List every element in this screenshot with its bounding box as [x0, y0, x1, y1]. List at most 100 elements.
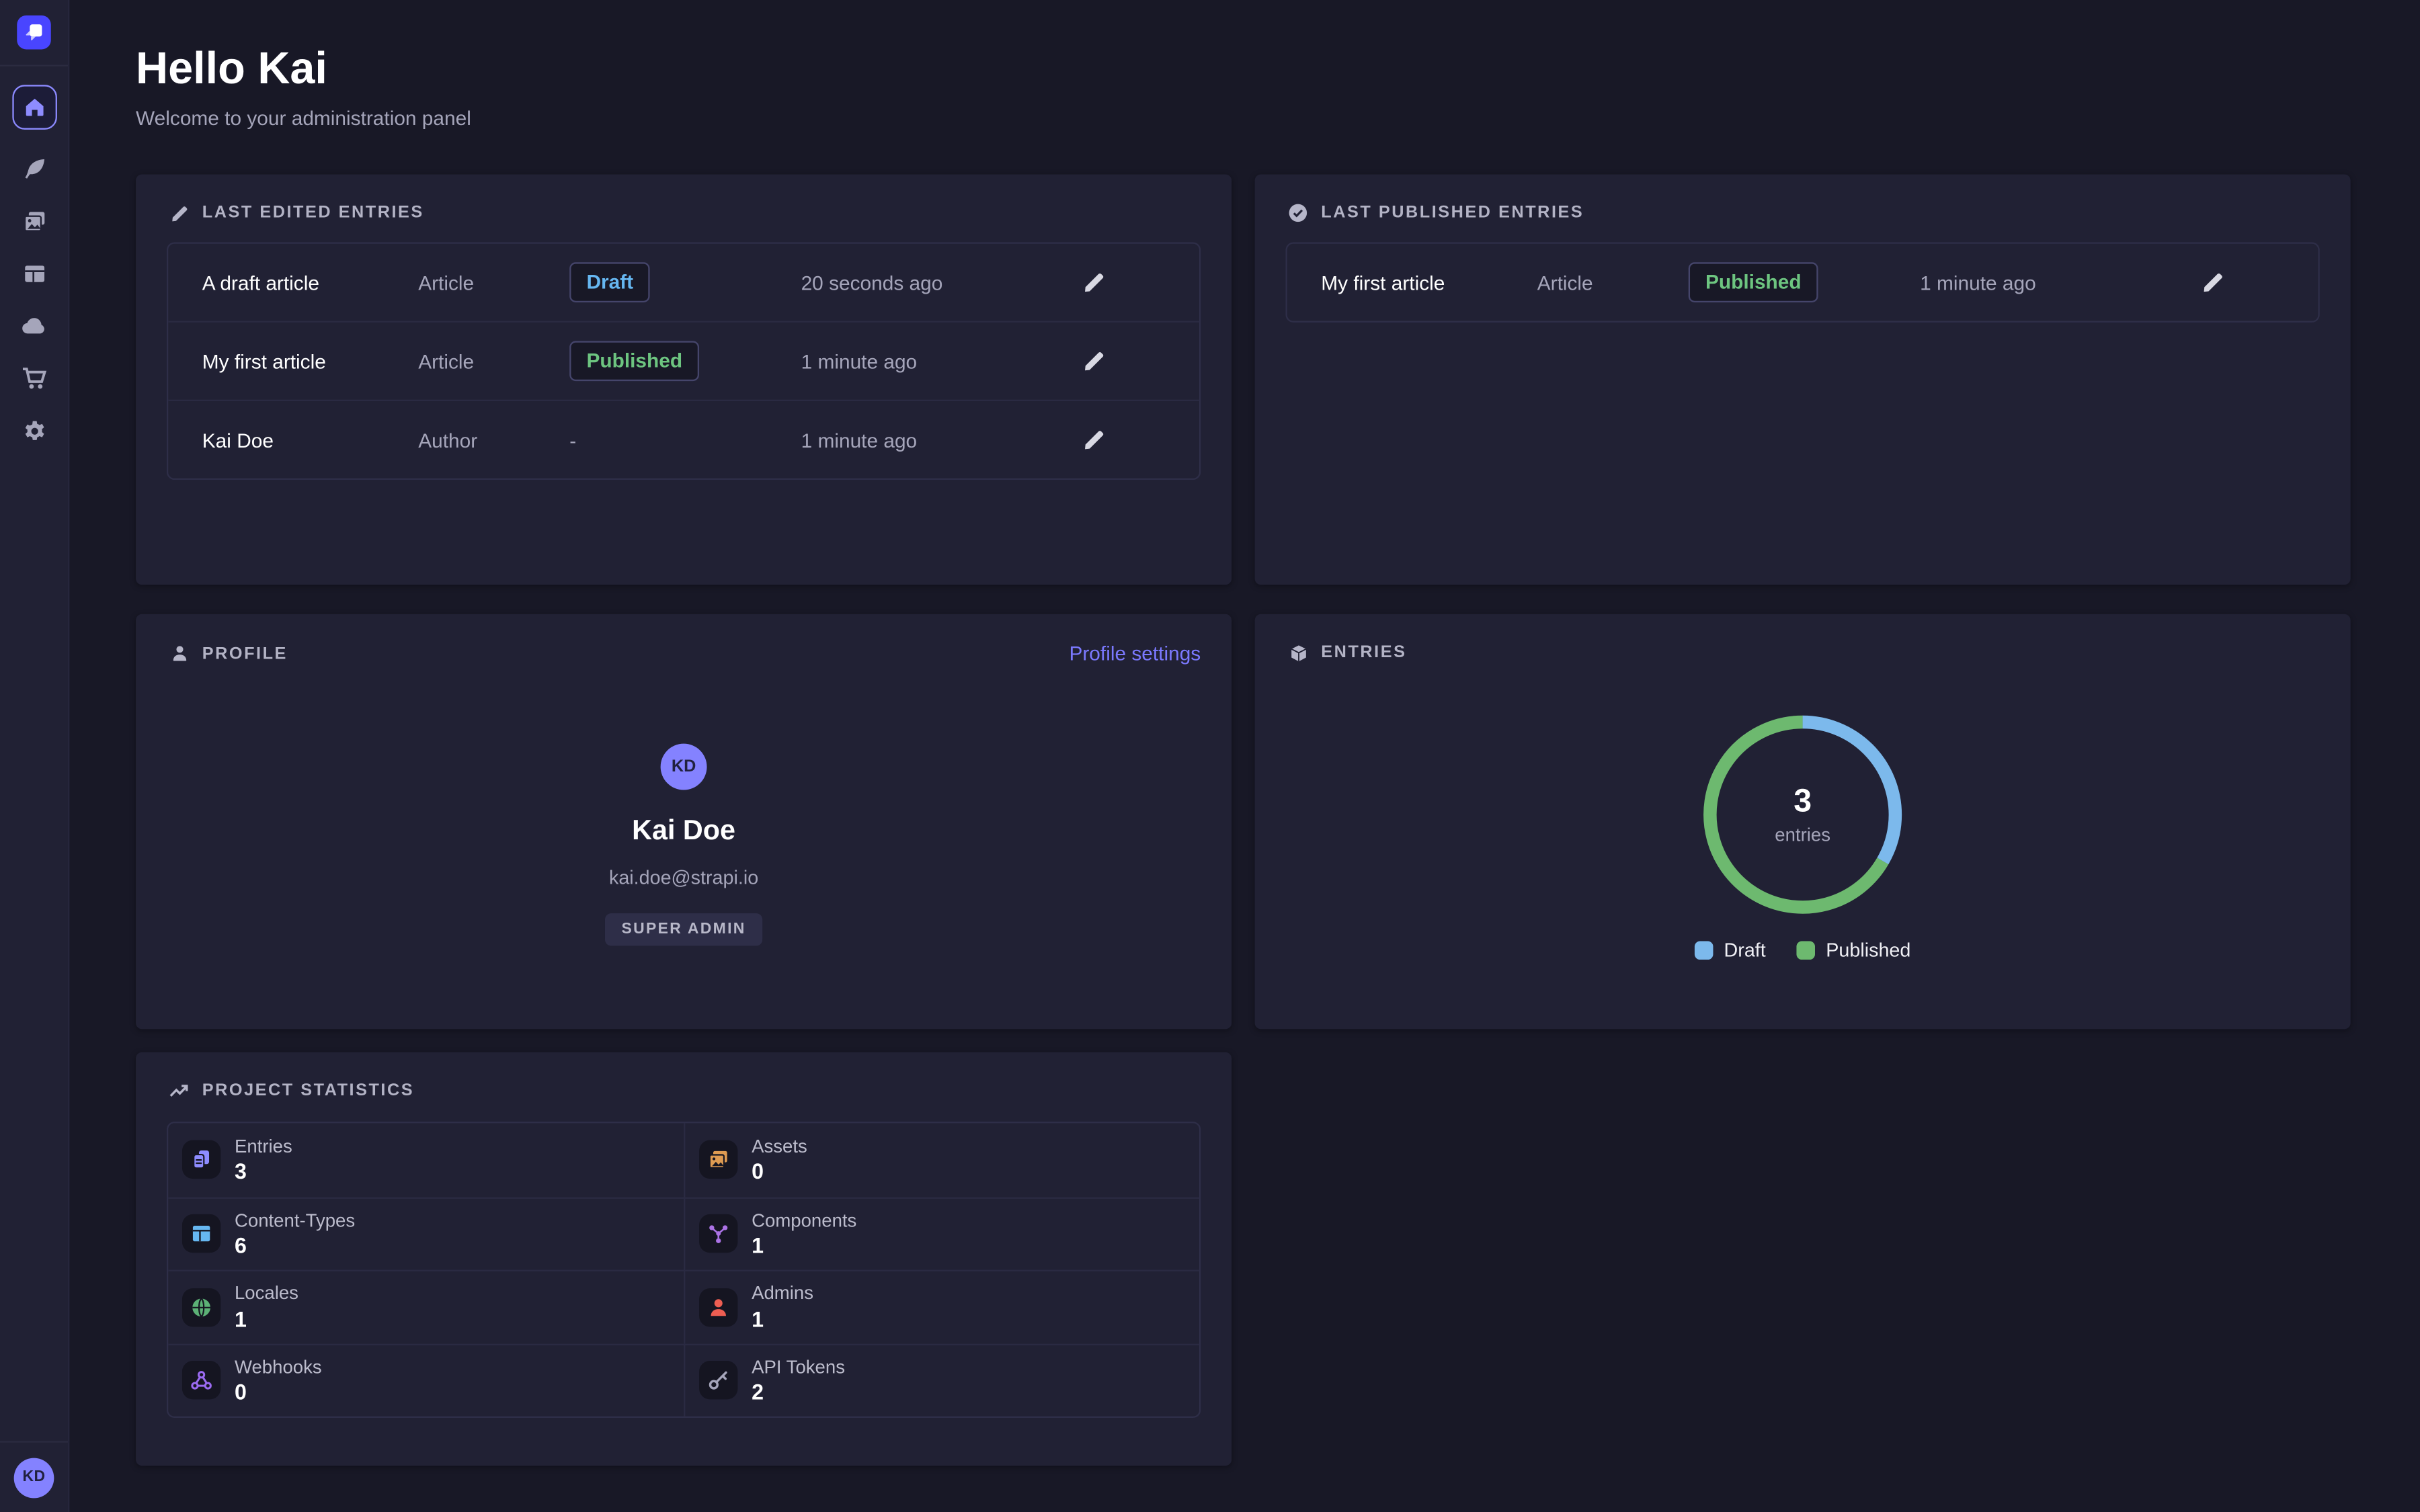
sidebar: KD: [0, 0, 69, 1512]
home-icon: [22, 95, 45, 118]
entry-status: Published: [569, 341, 801, 381]
legend-item-draft: Draft: [1695, 939, 1766, 961]
entry-name: A draft article: [202, 271, 418, 294]
role-badge: SUPER ADMIN: [604, 913, 763, 946]
entry-status: Published: [1689, 263, 1920, 302]
last-published-table: My first article Article Published 1 min…: [1285, 242, 2319, 322]
published-swatch: [1797, 941, 1816, 960]
deploy-cloud-icon: [20, 312, 48, 339]
card-header: PROFILE Profile settings: [136, 614, 1232, 665]
cube-icon: [1287, 642, 1309, 663]
stat-assets: Assets 0: [684, 1123, 1199, 1196]
status-badge: Published: [1689, 263, 1818, 302]
last-edited-table: A draft article Article Draft 20 seconds…: [167, 242, 1201, 480]
sidebar-item-content-type-builder[interactable]: [20, 259, 48, 287]
user-icon: [699, 1288, 737, 1327]
layout-icon: [182, 1214, 220, 1253]
profile-email: kai.doe@strapi.io: [609, 867, 758, 888]
entry-type: Article: [418, 271, 569, 294]
status-badge: Published: [569, 341, 699, 381]
project-statistics-card: PROJECT STATISTICS Entries 3: [136, 1052, 1232, 1466]
pencil-icon: [168, 202, 190, 224]
trend-up-icon: [168, 1080, 190, 1101]
stat-locales: Locales 1: [168, 1270, 684, 1343]
page-subtitle: Welcome to your administration panel: [136, 107, 471, 130]
stat-value: 3: [235, 1161, 292, 1184]
user-avatar[interactable]: KD: [14, 1457, 54, 1497]
stat-label: Admins: [752, 1283, 813, 1305]
profile-name: Kai Doe: [632, 814, 735, 847]
stat-value: 1: [235, 1308, 298, 1331]
stat-value: 6: [235, 1234, 355, 1258]
legend-label: Draft: [1724, 939, 1766, 961]
card-title: LAST EDITED ENTRIES: [202, 204, 424, 222]
edit-entry-button[interactable]: [2201, 270, 2226, 295]
card-header: ENTRIES: [1255, 614, 2351, 663]
edit-entry-button[interactable]: [1082, 349, 1106, 374]
card-title: LAST PUBLISHED ENTRIES: [1321, 204, 1584, 222]
entry-type: Article: [418, 349, 569, 372]
entries-chart-card: ENTRIES 3 entries Draft P: [1255, 614, 2351, 1030]
main-content: Hello Kai Welcome to your administration…: [68, 0, 2420, 1512]
entries-donut-chart: 3 entries: [1695, 707, 1910, 923]
legend-item-published: Published: [1797, 939, 1911, 961]
sidebar-item-settings[interactable]: [20, 417, 48, 444]
stat-value: 0: [752, 1161, 807, 1184]
entry-name: My first article: [1321, 271, 1537, 294]
strapi-logo[interactable]: [17, 15, 51, 50]
entry-time: 1 minute ago: [801, 428, 1048, 451]
table-row: Kai Doe Author - 1 minute ago: [168, 401, 1199, 478]
entry-type: Article: [1537, 271, 1689, 294]
stats-grid: Entries 3 Assets: [167, 1122, 1201, 1418]
entry-type: Author: [418, 428, 569, 451]
entries-count-label: entries: [1775, 823, 1830, 845]
documents-icon: [182, 1140, 220, 1179]
marketplace-cart-icon: [20, 364, 48, 392]
chart-legend: Draft Published: [1255, 939, 2351, 961]
content-type-builder-icon: [21, 260, 47, 286]
stat-label: Content-Types: [235, 1210, 355, 1232]
content-manager-feather-icon: [21, 155, 47, 181]
sidebar-item-home[interactable]: [11, 85, 56, 130]
sidebar-item-marketplace[interactable]: [20, 364, 48, 392]
table-row: My first article Article Published 1 min…: [168, 323, 1199, 401]
stat-label: API Tokens: [752, 1356, 845, 1378]
stat-admins: Admins 1: [684, 1270, 1199, 1343]
sidebar-footer: KD: [0, 1441, 68, 1512]
card-header: PROJECT STATISTICS: [136, 1052, 1232, 1101]
entry-time: 1 minute ago: [1920, 271, 2167, 294]
edit-entry-button[interactable]: [1082, 270, 1106, 295]
stat-value: 1: [752, 1234, 856, 1258]
sidebar-nav: [0, 85, 68, 444]
stat-label: Assets: [752, 1135, 807, 1157]
profile-settings-link[interactable]: Profile settings: [1069, 642, 1201, 665]
draft-swatch: [1695, 941, 1713, 960]
profile-card: PROFILE Profile settings KD Kai Doe kai.…: [136, 614, 1232, 1030]
stat-value: 2: [752, 1381, 845, 1404]
profile-body: KD Kai Doe kai.doe@strapi.io SUPER ADMIN: [136, 744, 1232, 946]
edit-entry-button[interactable]: [1082, 427, 1106, 452]
sidebar-item-deploy[interactable]: [20, 312, 48, 339]
check-circle-icon: [1287, 202, 1309, 224]
stat-entries: Entries 3: [168, 1123, 684, 1196]
stat-value: 1: [752, 1308, 813, 1331]
last-edited-entries-card: LAST EDITED ENTRIES A draft article Arti…: [136, 174, 1232, 585]
stat-components: Components 1: [684, 1196, 1199, 1269]
stat-label: Entries: [235, 1135, 292, 1157]
entry-name: My first article: [202, 349, 418, 372]
stat-label: Webhooks: [235, 1356, 322, 1378]
entry-name: Kai Doe: [202, 428, 418, 451]
entry-time: 20 seconds ago: [801, 271, 1048, 294]
media-library-icon: [21, 208, 47, 234]
webhook-icon: [182, 1361, 220, 1400]
sidebar-item-media-library[interactable]: [20, 207, 48, 235]
legend-label: Published: [1826, 939, 1910, 961]
person-icon: [168, 642, 190, 664]
strapi-logo-icon: [17, 15, 51, 50]
sidebar-item-content-manager[interactable]: [20, 155, 48, 182]
sidebar-logo-section: [0, 0, 68, 67]
last-published-entries-card: LAST PUBLISHED ENTRIES My first article …: [1255, 174, 2351, 585]
images-icon: [699, 1140, 737, 1179]
entry-time: 1 minute ago: [801, 349, 1048, 372]
stat-label: Locales: [235, 1283, 298, 1305]
